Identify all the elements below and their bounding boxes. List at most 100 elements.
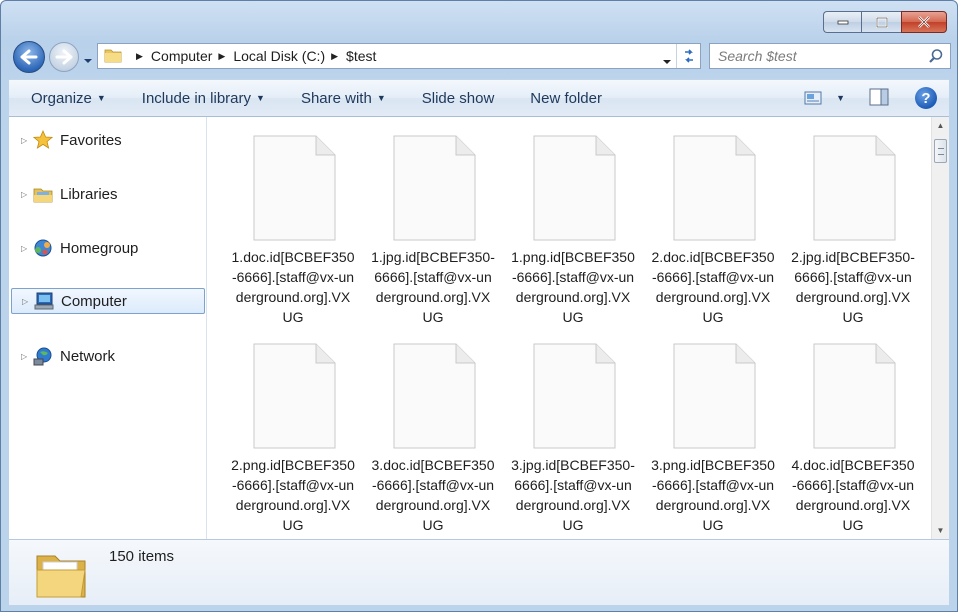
computer-icon <box>34 291 54 311</box>
file-name[interactable]: 2.png.id[BCBEF350-6666].[staff@vx-underg… <box>231 455 355 535</box>
preview-pane-button[interactable] <box>869 88 889 109</box>
network-icon <box>33 346 53 366</box>
file-name[interactable]: 3.jpg.id[BCBEF350-6666].[staff@vx-underg… <box>511 455 635 535</box>
blank-document-icon <box>533 135 616 241</box>
folder-icon <box>33 546 89 605</box>
blank-document-icon <box>393 135 476 241</box>
address-bar[interactable]: ▶ Computer ▶ Local Disk (C:) ▶ $test <box>97 43 701 69</box>
maximize-button[interactable] <box>861 11 901 33</box>
expand-arrow-icon[interactable]: ▷ <box>21 244 33 253</box>
scroll-down-icon[interactable]: ▼ <box>932 522 949 539</box>
address-dropdown-button[interactable] <box>662 52 672 68</box>
chevron-down-icon: ▼ <box>376 93 386 103</box>
scroll-up-icon[interactable]: ▲ <box>932 117 949 134</box>
minimize-button[interactable] <box>823 11 861 33</box>
expand-arrow-icon[interactable]: ▷ <box>21 136 33 145</box>
blank-document-icon <box>533 343 616 449</box>
sidebar-item-favorites[interactable]: ▷ Favorites <box>11 127 205 153</box>
file-item[interactable]: 1.doc.id[BCBEF350-6666].[staff@vx-underg… <box>225 135 361 327</box>
breadcrumb-local-disk[interactable]: ▶ Local Disk (C:) <box>212 44 325 68</box>
file-item[interactable]: 3.png.id[BCBEF350-6666].[staff@vx-underg… <box>645 343 781 535</box>
file-item[interactable]: 2.png.id[BCBEF350-6666].[staff@vx-underg… <box>225 343 361 535</box>
close-button[interactable] <box>901 11 947 33</box>
homegroup-icon <box>33 238 53 258</box>
close-icon <box>918 16 930 28</box>
sidebar-item-network[interactable]: ▷ Network <box>11 343 205 369</box>
library-icon <box>33 184 53 204</box>
command-bar-right: ▼ ? <box>804 80 949 116</box>
expand-arrow-icon[interactable]: ▷ <box>22 297 34 306</box>
maximize-icon <box>875 16 888 28</box>
file-name[interactable]: 3.doc.id[BCBEF350-6666].[staff@vx-underg… <box>371 455 495 535</box>
change-view-button[interactable]: ▼ <box>804 90 845 106</box>
blank-document-icon <box>813 343 896 449</box>
file-item[interactable]: 1.jpg.id[BCBEF350-6666].[staff@vx-underg… <box>365 135 501 327</box>
chevron-down-icon: ▼ <box>256 93 265 103</box>
forward-button[interactable] <box>49 42 79 72</box>
blank-document-icon <box>253 135 336 241</box>
help-button[interactable]: ? <box>915 87 937 109</box>
sidebar-item-libraries[interactable]: ▷ Libraries <box>11 181 205 207</box>
preview-pane-icon <box>869 88 889 105</box>
breadcrumb-arrow-icon[interactable]: ▶ <box>136 51 143 62</box>
chevron-down-icon: ▼ <box>96 93 106 103</box>
file-name[interactable]: 1.png.id[BCBEF350-6666].[staff@vx-underg… <box>511 247 635 327</box>
blank-document-icon <box>253 343 336 449</box>
back-button[interactable] <box>13 41 45 73</box>
file-item[interactable]: 1.png.id[BCBEF350-6666].[staff@vx-underg… <box>505 135 641 327</box>
item-count: 150 items <box>109 548 175 565</box>
file-list: 1.doc.id[BCBEF350-6666].[staff@vx-underg… <box>209 117 931 539</box>
expand-arrow-icon[interactable]: ▷ <box>21 352 33 361</box>
new-folder-button[interactable]: New folder <box>512 90 620 107</box>
search-box[interactable] <box>709 43 951 69</box>
sidebar-item-computer[interactable]: ▷ Computer <box>11 288 205 314</box>
back-arrow-icon <box>20 49 38 65</box>
file-item[interactable]: 3.jpg.id[BCBEF350-6666].[staff@vx-underg… <box>505 343 641 535</box>
file-item[interactable]: 2.jpg.id[BCBEF350-6666].[staff@vx-underg… <box>785 135 921 327</box>
file-name[interactable]: 2.jpg.id[BCBEF350-6666].[staff@vx-underg… <box>791 247 915 327</box>
search-input[interactable] <box>718 48 918 64</box>
file-name[interactable]: 2.doc.id[BCBEF350-6666].[staff@vx-underg… <box>651 247 775 327</box>
navigation-pane: ▷ Favorites ▷ Libraries ▷ Homegroup ▷ Co… <box>9 117 207 539</box>
navigation-row: ▶ Computer ▶ Local Disk (C:) ▶ $test <box>9 39 951 73</box>
recent-pages-button[interactable] <box>83 51 93 67</box>
sidebar-item-homegroup[interactable]: ▷ Homegroup <box>11 235 205 261</box>
chevron-down-icon[interactable]: ▼ <box>836 93 845 103</box>
expand-arrow-icon[interactable]: ▷ <box>21 190 33 199</box>
blank-document-icon <box>673 343 756 449</box>
file-name[interactable]: 1.jpg.id[BCBEF350-6666].[staff@vx-underg… <box>371 247 495 327</box>
details-pane: 150 items <box>9 539 949 605</box>
caption-buttons <box>823 11 947 33</box>
include-in-library-menu[interactable]: Include in library ▼ <box>124 90 283 107</box>
vertical-scrollbar[interactable]: ▲ ▼ <box>931 117 949 539</box>
explorer-window: ▶ Computer ▶ Local Disk (C:) ▶ $test Sea… <box>0 0 958 612</box>
blank-document-icon <box>673 135 756 241</box>
file-name[interactable]: 1.doc.id[BCBEF350-6666].[staff@vx-underg… <box>231 247 355 327</box>
file-item[interactable]: 4.doc.id[BCBEF350-6666].[staff@vx-underg… <box>785 343 921 535</box>
chevron-down-icon <box>663 60 671 64</box>
slide-show-button[interactable]: Slide show <box>404 90 513 107</box>
refresh-button[interactable] <box>676 44 700 68</box>
command-bar: Organize ▼ Include in library ▼ Share with… <box>9 79 949 117</box>
minimize-icon <box>837 20 848 25</box>
breadcrumb-arrow-icon[interactable]: ▶ <box>218 51 225 62</box>
breadcrumb-arrow-icon[interactable]: ▶ <box>331 51 338 62</box>
file-item[interactable]: 3.doc.id[BCBEF350-6666].[staff@vx-underg… <box>365 343 501 535</box>
content-area: ▷ Favorites ▷ Libraries ▷ Homegroup ▷ Co… <box>9 117 949 539</box>
share-with-menu[interactable]: Share with ▼ <box>283 90 404 107</box>
file-name[interactable]: 4.doc.id[BCBEF350-6666].[staff@vx-underg… <box>791 455 915 535</box>
file-item[interactable]: 2.doc.id[BCBEF350-6666].[staff@vx-underg… <box>645 135 781 327</box>
scroll-thumb[interactable] <box>934 139 947 163</box>
view-icon <box>804 91 822 105</box>
breadcrumb-test[interactable]: ▶ $test <box>325 44 376 68</box>
folder-icon <box>104 47 122 66</box>
forward-arrow-icon <box>55 49 73 65</box>
refresh-icon <box>684 49 693 63</box>
breadcrumb-computer[interactable]: ▶ Computer <box>130 44 212 68</box>
star-icon <box>33 130 53 150</box>
organize-menu[interactable]: Organize ▼ <box>9 90 124 107</box>
search-icon[interactable] <box>928 48 944 67</box>
blank-document-icon <box>393 343 476 449</box>
blank-document-icon <box>813 135 896 241</box>
file-name[interactable]: 3.png.id[BCBEF350-6666].[staff@vx-underg… <box>651 455 775 535</box>
